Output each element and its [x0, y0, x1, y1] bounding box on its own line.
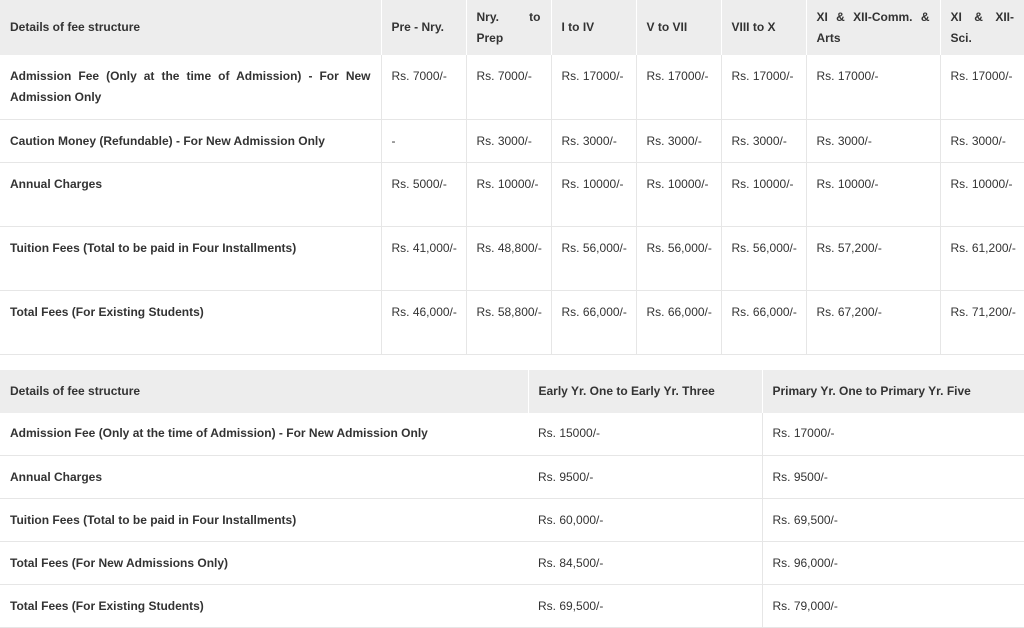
fee-table-early-primary: Details of fee structure Early Yr. One t…	[0, 370, 1024, 628]
fee-cell: Rs. 69,500/-	[762, 499, 1024, 542]
fee-cell: Rs. 56,000/-	[551, 226, 636, 290]
fee-cell: Rs. 10000/-	[940, 162, 1024, 226]
table-spacer	[0, 355, 1024, 370]
fee-cell: Rs. 17000/-	[762, 413, 1024, 456]
row-label: Admission Fee (Only at the time of Admis…	[0, 55, 381, 119]
fee-cell: Rs. 61,200/-	[940, 226, 1024, 290]
row-label: Annual Charges	[0, 456, 528, 499]
header-xi-xii-sci: XI & XII-Sci.	[940, 0, 1024, 55]
fee-cell: Rs. 58,800/-	[466, 290, 551, 354]
fee-cell: Rs. 10000/-	[806, 162, 940, 226]
table-row: Total Fees (For Existing Students) Rs. 6…	[0, 585, 1024, 628]
fee-cell: Rs. 9500/-	[528, 456, 762, 499]
header-details: Details of fee structure	[0, 0, 381, 55]
fee-cell: Rs. 17000/-	[940, 55, 1024, 119]
fee-cell: Rs. 3000/-	[940, 119, 1024, 162]
table-row: Admission Fee (Only at the time of Admis…	[0, 55, 1024, 119]
row-label: Total Fees (For New Admissions Only)	[0, 542, 528, 585]
fee-cell: Rs. 10000/-	[466, 162, 551, 226]
fee-cell: Rs. 71,200/-	[940, 290, 1024, 354]
fee-cell: Rs. 48,800/-	[466, 226, 551, 290]
fee-cell: Rs. 3000/-	[466, 119, 551, 162]
fee-cell: Rs. 69,500/-	[528, 585, 762, 628]
fee-cell: Rs. 96,000/-	[762, 542, 1024, 585]
fee-cell: Rs. 3000/-	[721, 119, 806, 162]
table-row: Admission Fee (Only at the time of Admis…	[0, 413, 1024, 456]
header-primary-years: Primary Yr. One to Primary Yr. Five	[762, 370, 1024, 413]
fee-cell: Rs. 3000/-	[636, 119, 721, 162]
fee-cell: Rs. 7000/-	[381, 55, 466, 119]
table-row: Total Fees (For New Admissions Only) Rs.…	[0, 542, 1024, 585]
header-early-years: Early Yr. One to Early Yr. Three	[528, 370, 762, 413]
fee-cell: Rs. 41,000/-	[381, 226, 466, 290]
fee-cell: Rs. 10000/-	[721, 162, 806, 226]
header-pre-nry: Pre - Nry.	[381, 0, 466, 55]
fee-table-school: Details of fee structure Pre - Nry. Nry.…	[0, 0, 1024, 355]
table-row: Tuition Fees (Total to be paid in Four I…	[0, 499, 1024, 542]
header-nry-prep: Nry. to Prep	[466, 0, 551, 55]
row-label: Annual Charges	[0, 162, 381, 226]
fee-cell: Rs. 66,000/-	[636, 290, 721, 354]
fee-cell: Rs. 84,500/-	[528, 542, 762, 585]
row-label: Tuition Fees (Total to be paid in Four I…	[0, 499, 528, 542]
fee-cell: Rs. 66,000/-	[551, 290, 636, 354]
row-label: Total Fees (For Existing Students)	[0, 290, 381, 354]
table-header-row: Details of fee structure Early Yr. One t…	[0, 370, 1024, 413]
fee-cell: Rs. 15000/-	[528, 413, 762, 456]
fee-cell: Rs. 67,200/-	[806, 290, 940, 354]
table-row: Annual Charges Rs. 5000/- Rs. 10000/- Rs…	[0, 162, 1024, 226]
fee-cell: Rs. 46,000/-	[381, 290, 466, 354]
fee-cell: Rs. 10000/-	[551, 162, 636, 226]
fee-cell: Rs. 56,000/-	[636, 226, 721, 290]
fee-cell: Rs. 17000/-	[806, 55, 940, 119]
header-viii-x: VIII to X	[721, 0, 806, 55]
fee-cell: Rs. 66,000/-	[721, 290, 806, 354]
fee-cell: Rs. 3000/-	[551, 119, 636, 162]
fee-cell: Rs. 17000/-	[636, 55, 721, 119]
header-i-iv: I to IV	[551, 0, 636, 55]
row-label: Admission Fee (Only at the time of Admis…	[0, 413, 528, 456]
header-xi-xii-comm: XI & XII-Comm. & Arts	[806, 0, 940, 55]
fee-cell: Rs. 9500/-	[762, 456, 1024, 499]
fee-cell: Rs. 17000/-	[721, 55, 806, 119]
table-row: Tuition Fees (Total to be paid in Four I…	[0, 226, 1024, 290]
table-row: Caution Money (Refundable) - For New Adm…	[0, 119, 1024, 162]
table-header-row: Details of fee structure Pre - Nry. Nry.…	[0, 0, 1024, 55]
table-row: Total Fees (For Existing Students) Rs. 4…	[0, 290, 1024, 354]
fee-cell: Rs. 56,000/-	[721, 226, 806, 290]
fee-cell: Rs. 5000/-	[381, 162, 466, 226]
header-details: Details of fee structure	[0, 370, 528, 413]
row-label: Tuition Fees (Total to be paid in Four I…	[0, 226, 381, 290]
fee-cell: Rs. 60,000/-	[528, 499, 762, 542]
fee-cell: -	[381, 119, 466, 162]
fee-cell: Rs. 7000/-	[466, 55, 551, 119]
fee-cell: Rs. 79,000/-	[762, 585, 1024, 628]
row-label: Total Fees (For Existing Students)	[0, 585, 528, 628]
fee-cell: Rs. 57,200/-	[806, 226, 940, 290]
fee-cell: Rs. 3000/-	[806, 119, 940, 162]
row-label: Caution Money (Refundable) - For New Adm…	[0, 119, 381, 162]
fee-cell: Rs. 17000/-	[551, 55, 636, 119]
fee-cell: Rs. 10000/-	[636, 162, 721, 226]
header-v-vii: V to VII	[636, 0, 721, 55]
table-row: Annual Charges Rs. 9500/- Rs. 9500/-	[0, 456, 1024, 499]
